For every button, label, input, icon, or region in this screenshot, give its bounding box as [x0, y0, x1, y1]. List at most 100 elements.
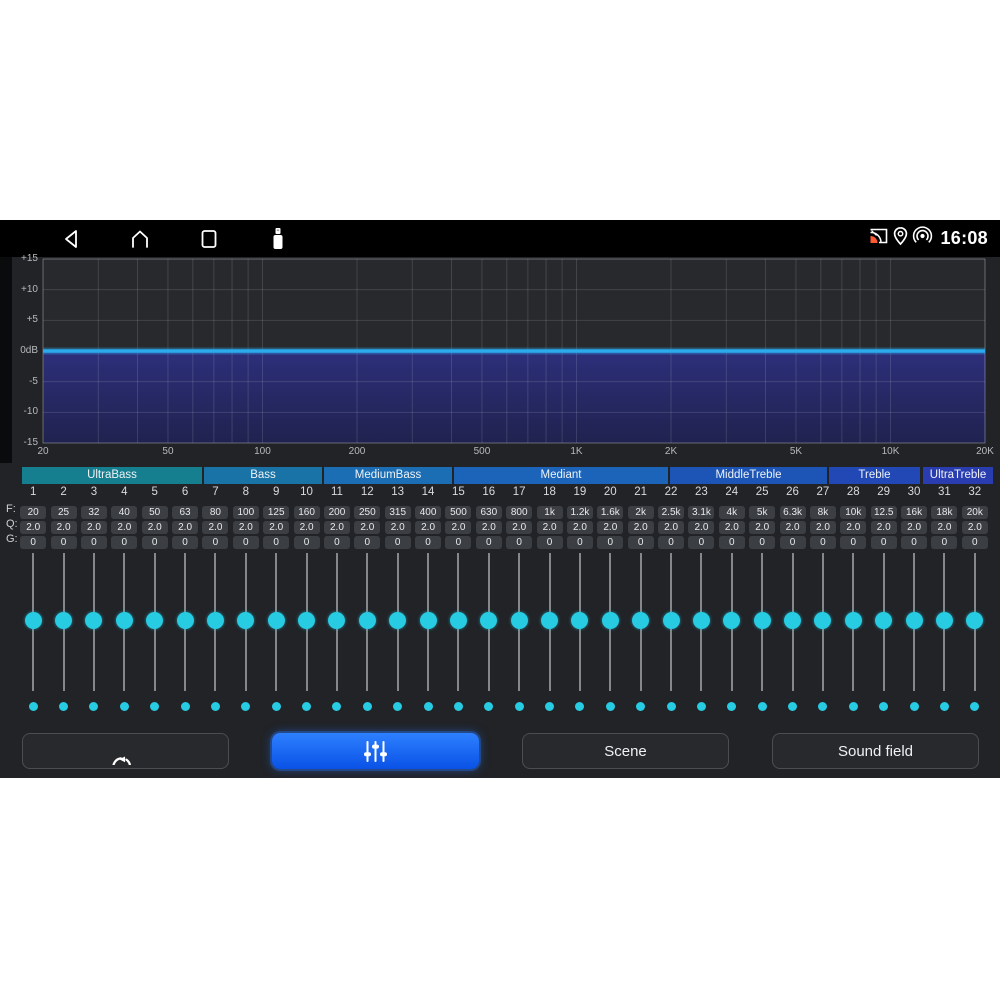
- slider-knob[interactable]: [966, 612, 983, 629]
- band-group-ultrabass[interactable]: UltraBass: [22, 467, 202, 484]
- band-slider: [626, 550, 656, 700]
- band-slider: [48, 550, 78, 700]
- freq-tick-label: 200: [349, 446, 366, 457]
- slider-knob[interactable]: [420, 612, 437, 629]
- slider-knob[interactable]: [571, 612, 588, 629]
- slider-knob[interactable]: [25, 612, 42, 629]
- slider-knob[interactable]: [207, 612, 224, 629]
- slider-knob[interactable]: [146, 612, 163, 629]
- equalizer-app: 16:08 +15+10+50dB-5-10-15 20501002005001…: [0, 220, 1000, 778]
- slider-knob[interactable]: [845, 612, 862, 629]
- slider-knob[interactable]: [328, 612, 345, 629]
- freq-tick-label: 2K: [665, 446, 677, 457]
- band-number: 27: [808, 486, 838, 500]
- freq-tick-label: 20K: [976, 446, 994, 457]
- screen-cast-icon: [868, 227, 889, 250]
- band-gain-value: 0: [202, 536, 228, 549]
- band-dot: [181, 702, 190, 711]
- eq-curve-plot: [0, 257, 1000, 467]
- slider-knob[interactable]: [936, 612, 953, 629]
- band-dot: [849, 702, 858, 711]
- recents-icon[interactable]: [198, 227, 220, 251]
- band-slider: [322, 550, 352, 700]
- equalizer-button[interactable]: [272, 733, 479, 769]
- band-number: 14: [413, 486, 443, 500]
- band-slider: [200, 550, 230, 700]
- band-slider: [413, 550, 443, 700]
- slider-knob[interactable]: [55, 612, 72, 629]
- reset-button[interactable]: [22, 733, 229, 769]
- band-number: 8: [231, 486, 261, 500]
- slider-knob[interactable]: [754, 612, 771, 629]
- band-group-mediumbass[interactable]: MediumBass: [324, 467, 452, 484]
- band-slider: [170, 550, 200, 700]
- slider-knob[interactable]: [177, 612, 194, 629]
- band-group-bass[interactable]: Bass: [204, 467, 322, 484]
- slider-knob[interactable]: [85, 612, 102, 629]
- band-slider: [808, 550, 838, 700]
- band-gain-value: 0: [719, 536, 745, 549]
- band-dot: [393, 702, 402, 711]
- clock: 16:08: [940, 228, 988, 249]
- status-bar: 16:08: [0, 220, 1000, 257]
- band-gain-value: 0: [506, 536, 532, 549]
- slider-knob[interactable]: [814, 612, 831, 629]
- band-number: 11: [322, 486, 352, 500]
- band-group-ultratreble[interactable]: UltraTreble: [923, 467, 993, 484]
- slider-knob[interactable]: [116, 612, 133, 629]
- band-slider: [656, 550, 686, 700]
- band-dot: [29, 702, 38, 711]
- scene-button[interactable]: Scene: [522, 733, 729, 769]
- slider-knob[interactable]: [663, 612, 680, 629]
- band-group-middletreble[interactable]: MiddleTreble: [670, 467, 827, 484]
- slider-knob[interactable]: [389, 612, 406, 629]
- slider-knob[interactable]: [602, 612, 619, 629]
- slider-knob[interactable]: [693, 612, 710, 629]
- sound-field-button[interactable]: Sound field: [772, 733, 979, 769]
- band-number: 7: [200, 486, 230, 500]
- band-dot: [59, 702, 68, 711]
- slider-knob[interactable]: [541, 612, 558, 629]
- slider-knob[interactable]: [875, 612, 892, 629]
- band-gain-value: 0: [354, 536, 380, 549]
- band-group-treble[interactable]: Treble: [829, 467, 920, 484]
- band-gain-value: 0: [476, 536, 502, 549]
- band-number: 6: [170, 486, 200, 500]
- band-gain-value: 0: [901, 536, 927, 549]
- band-gain-value: 0: [172, 536, 198, 549]
- band-number: 4: [109, 486, 139, 500]
- band-number: 16: [474, 486, 504, 500]
- slider-knob[interactable]: [359, 612, 376, 629]
- band-gain-value: 0: [658, 536, 684, 549]
- band-number: 13: [383, 486, 413, 500]
- band-number: 3: [79, 486, 109, 500]
- band-slider: [838, 550, 868, 700]
- slider-knob[interactable]: [480, 612, 497, 629]
- band-slider: [352, 550, 382, 700]
- slider-knob[interactable]: [511, 612, 528, 629]
- slider-knob[interactable]: [450, 612, 467, 629]
- band-group-mediant[interactable]: Mediant: [454, 467, 668, 484]
- slider-knob[interactable]: [632, 612, 649, 629]
- db-tick-label: +10: [0, 284, 38, 295]
- band-dot: [970, 702, 979, 711]
- band-dot: [454, 702, 463, 711]
- slider-knob[interactable]: [237, 612, 254, 629]
- band-number: 12: [352, 486, 382, 500]
- band-number: 10: [291, 486, 321, 500]
- band-dot: [89, 702, 98, 711]
- db-tick-label: -15: [0, 437, 38, 448]
- band-dot: [363, 702, 372, 711]
- slider-knob[interactable]: [298, 612, 315, 629]
- slider-knob[interactable]: [784, 612, 801, 629]
- slider-knob[interactable]: [906, 612, 923, 629]
- band-number: 25: [747, 486, 777, 500]
- slider-knob[interactable]: [723, 612, 740, 629]
- home-icon[interactable]: [129, 227, 151, 251]
- band-slider: [231, 550, 261, 700]
- status-indicators: 16:08: [868, 220, 988, 257]
- eq-response-graph: +15+10+50dB-5-10-15 20501002005001K2K5K1…: [0, 257, 1000, 467]
- back-icon[interactable]: [60, 227, 82, 251]
- band-gain-value: 0: [263, 536, 289, 549]
- slider-knob[interactable]: [268, 612, 285, 629]
